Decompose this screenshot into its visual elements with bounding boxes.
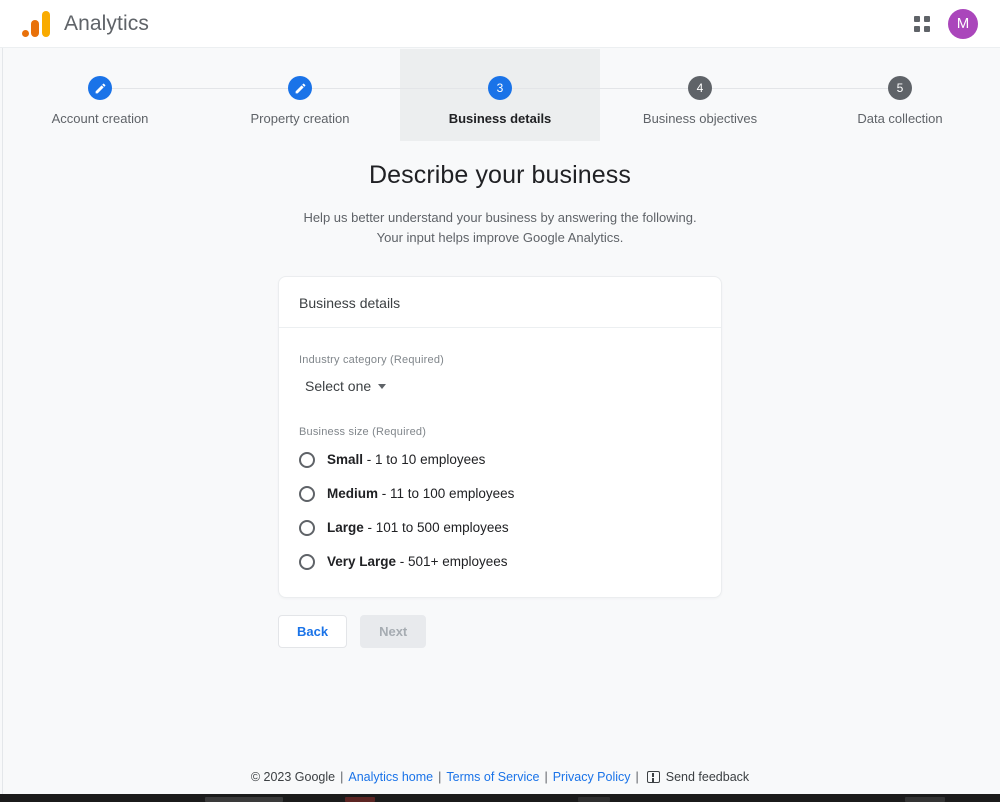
avatar[interactable]: M: [948, 8, 978, 39]
radio-label-name: Small: [327, 452, 364, 467]
form-actions: Back Next: [278, 615, 722, 648]
step-track: Account creation Property creation 3 Bus…: [0, 49, 1000, 141]
desktop-taskbar: [0, 794, 1000, 802]
step-connector: [200, 88, 300, 89]
taskbar-item[interactable]: [578, 797, 610, 802]
step-connector: [600, 88, 700, 89]
apps-grid-icon[interactable]: [910, 12, 934, 36]
step-label: Business details: [448, 111, 552, 126]
industry-category-value: Select one: [305, 378, 372, 394]
page-title: Describe your business: [368, 161, 632, 189]
stepper: Account creation Property creation 3 Bus…: [0, 49, 1000, 141]
step-2-pencil-icon: [288, 76, 312, 100]
page-subtitle-line-2: Your input helps improve Google Analytic…: [376, 230, 624, 245]
page-subtitle-line-1: Help us better understand your business …: [303, 210, 697, 225]
radio-label-name: Very Large: [327, 554, 397, 569]
caret-down-icon: [378, 383, 387, 389]
brand[interactable]: Analytics: [16, 10, 149, 37]
radio-icon[interactable]: [299, 485, 315, 502]
business-size-label: Business size (Required): [299, 426, 427, 438]
footer-separator: |: [340, 770, 344, 784]
send-feedback-button[interactable]: Send feedback: [646, 770, 750, 784]
step-business-objectives[interactable]: 4 Business objectives: [600, 49, 800, 141]
radio-option-very-large[interactable]: Very Large - 501+ employees: [299, 550, 701, 573]
radio-icon[interactable]: [299, 519, 315, 536]
radio-label: Very Large - 501+ employees: [327, 554, 508, 569]
back-button[interactable]: Back: [278, 615, 348, 648]
step-4-number: 4: [688, 76, 712, 100]
radio-label: Medium - 11 to 100 employees: [327, 486, 514, 501]
radio-label-detail: - 1 to 10 employees: [363, 452, 486, 467]
radio-icon[interactable]: [299, 451, 315, 468]
card-title: Business details: [279, 277, 721, 328]
brand-name: Analytics: [64, 11, 149, 35]
app-page: Analytics M Account creation Property cr…: [0, 0, 1000, 802]
industry-category-label: Industry category (Required): [299, 354, 444, 366]
step-connector: [300, 88, 400, 89]
industry-category-select[interactable]: Select one: [299, 378, 392, 394]
radio-label-detail: - 101 to 500 employees: [363, 520, 509, 535]
next-button: Next: [360, 615, 427, 648]
footer-separator: |: [438, 770, 442, 784]
feedback-icon: [646, 771, 660, 783]
step-label: Property creation: [250, 111, 350, 126]
step-connector: [700, 88, 800, 89]
radio-option-medium[interactable]: Medium - 11 to 100 employees: [299, 482, 701, 505]
analytics-home-link[interactable]: Analytics home: [348, 770, 433, 784]
footer: © 2023 Google | Analytics home | Terms o…: [0, 770, 1000, 784]
terms-of-service-link[interactable]: Terms of Service: [446, 770, 539, 784]
footer-separator: |: [544, 770, 548, 784]
radio-option-small[interactable]: Small - 1 to 10 employees: [299, 448, 701, 471]
send-feedback-label: Send feedback: [665, 770, 750, 784]
step-connector: [100, 88, 200, 89]
page-subtitle: Help us better understand your business …: [240, 208, 760, 248]
step-data-collection[interactable]: 5 Data collection: [800, 49, 1000, 141]
step-label: Data collection: [857, 111, 943, 126]
main-content: Describe your business Help us better un…: [0, 141, 1000, 648]
step-property-creation[interactable]: Property creation: [200, 49, 400, 141]
card-body: Industry category (Required) Select one …: [279, 328, 721, 597]
privacy-policy-link[interactable]: Privacy Policy: [553, 770, 631, 784]
radio-label-name: Medium: [327, 486, 379, 501]
radio-label-name: Large: [327, 520, 364, 535]
business-details-card: Business details Industry category (Requ…: [278, 276, 722, 598]
taskbar-item[interactable]: [205, 797, 283, 802]
taskbar-item[interactable]: [345, 797, 375, 802]
step-connector: [800, 88, 900, 89]
step-business-details[interactable]: 3 Business details: [400, 49, 600, 141]
step-5-number: 5: [888, 76, 912, 100]
radio-option-large[interactable]: Large - 101 to 500 employees: [299, 516, 701, 539]
radio-label-detail: - 11 to 100 employees: [378, 486, 515, 501]
radio-label: Large - 101 to 500 employees: [327, 520, 509, 535]
step-account-creation[interactable]: Account creation: [0, 49, 200, 141]
app-header: Analytics M: [0, 0, 1000, 48]
taskbar-item[interactable]: [905, 797, 945, 802]
header-right: M: [910, 8, 984, 39]
step-connector: [400, 88, 500, 89]
radio-icon[interactable]: [299, 553, 315, 570]
footer-separator: |: [635, 770, 639, 784]
step-label: Business objectives: [642, 111, 758, 126]
step-3-number: 3: [488, 76, 512, 100]
step-1-pencil-icon: [88, 76, 112, 100]
step-label: Account creation: [51, 111, 149, 126]
radio-label: Small - 1 to 10 employees: [327, 452, 485, 467]
copyright: © 2023 Google: [250, 770, 336, 784]
google-analytics-logo-icon: [22, 10, 50, 37]
radio-label-detail: - 501+ employees: [396, 554, 508, 569]
step-connector: [500, 88, 600, 89]
business-size-radio-group: Small - 1 to 10 employees Medium - 11 to…: [299, 448, 701, 573]
